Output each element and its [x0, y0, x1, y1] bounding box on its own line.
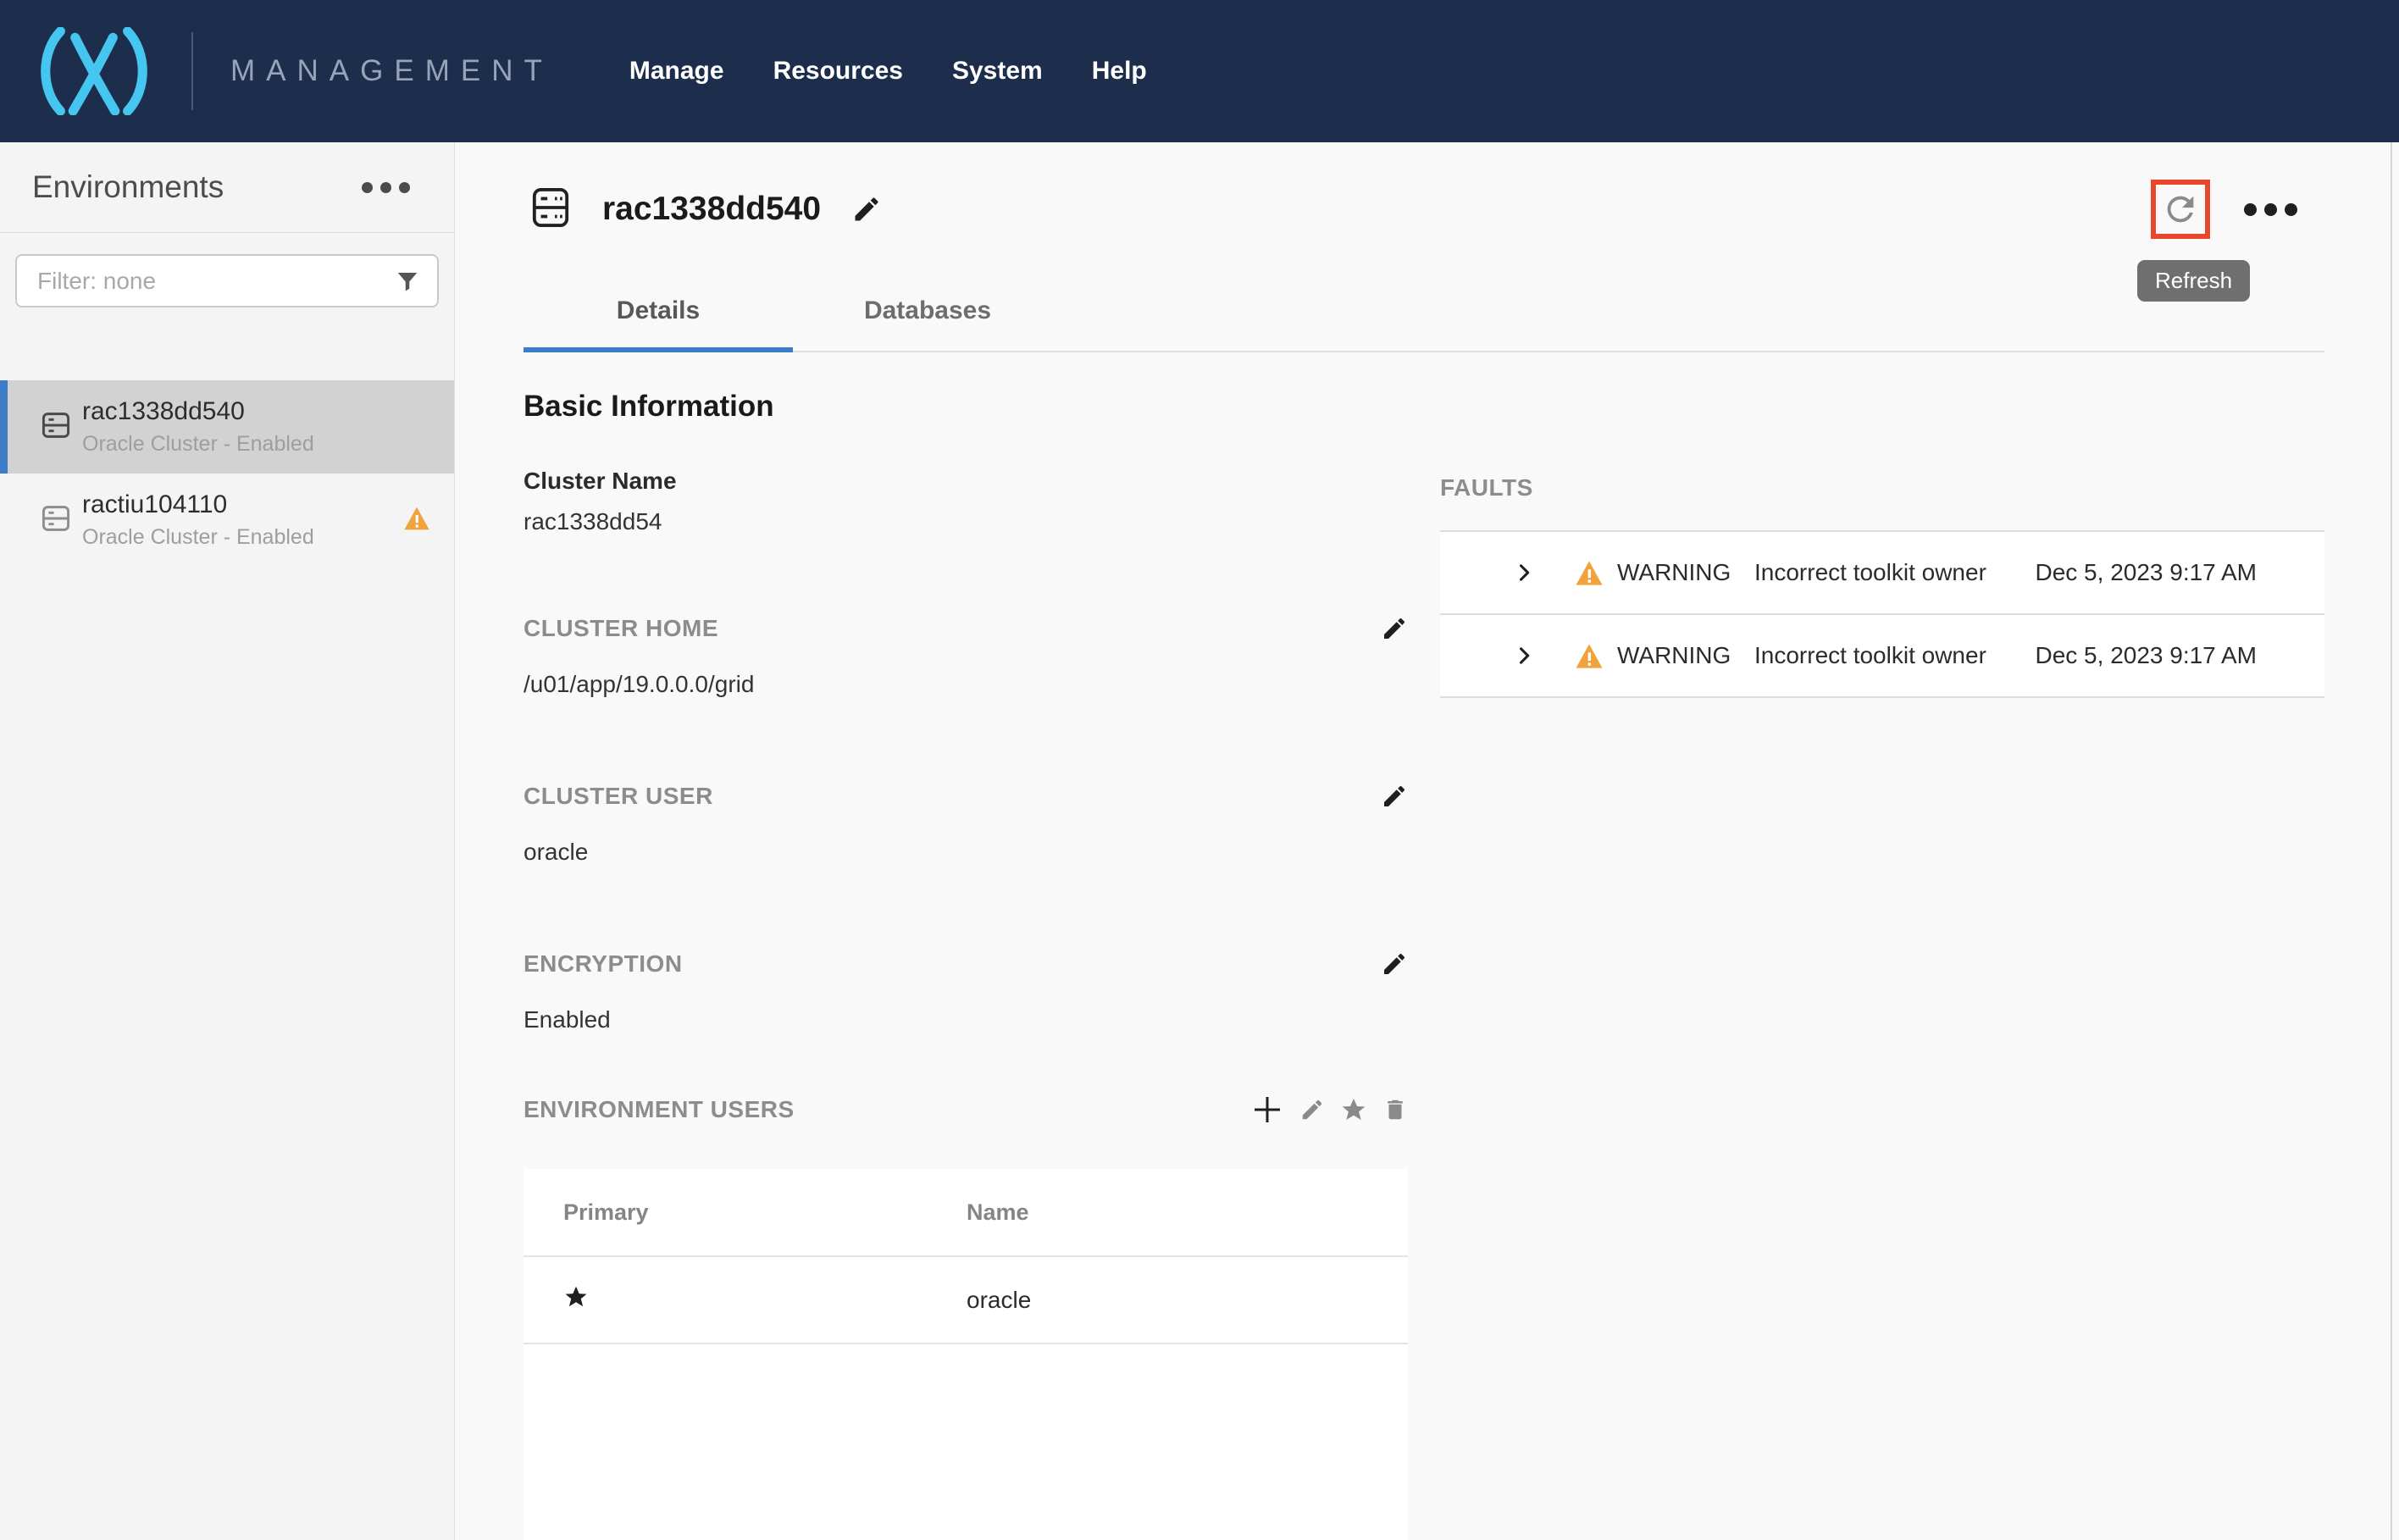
warning-icon [1575, 643, 1604, 669]
environment-icon [42, 505, 70, 536]
environment-detail-panel: rac1338dd540 Refresh [455, 142, 2399, 1540]
user-name-cell: oracle [967, 1287, 1031, 1314]
sidebar-more-menu-icon[interactable] [362, 182, 410, 193]
menu-item-system[interactable]: System [952, 57, 1043, 86]
faults-column: FAULTS [1440, 390, 2324, 1540]
edit-cluster-home-icon[interactable] [1381, 615, 1408, 642]
nav-divider [191, 32, 193, 110]
page-title: rac1338dd540 [602, 191, 821, 228]
fault-title: Incorrect toolkit owner [1754, 642, 1986, 669]
field-value: rac1338dd54 [524, 508, 1408, 535]
scrollbar[interactable] [2391, 142, 2392, 1540]
refresh-button[interactable] [2151, 180, 2210, 239]
environment-list-item-rac1338dd540[interactable]: rac1338dd540 Oracle Cluster - Enabled [0, 380, 454, 474]
encryption-field: ENCRYPTION Enabled [524, 950, 1408, 1033]
warning-icon [1575, 560, 1604, 586]
fault-row[interactable]: WARNING Incorrect toolkit owner Dec 5, 2… [1440, 615, 2324, 698]
environments-sidebar: Environments [0, 142, 455, 1540]
menu-item-resources[interactable]: Resources [773, 57, 903, 86]
cluster-home-field: CLUSTER HOME /u01/app/19.0.0.0/grid [524, 615, 1408, 698]
environment-users-header: ENVIRONMENT USERS [524, 1093, 1408, 1127]
add-user-button[interactable] [1250, 1093, 1284, 1127]
edit-cluster-user-icon[interactable] [1381, 783, 1408, 810]
environment-name: rac1338dd540 [82, 397, 314, 426]
expand-chevron-icon[interactable] [1512, 560, 1536, 585]
field-value: oracle [524, 839, 1408, 866]
selected-indicator-bar [0, 380, 8, 474]
environment-status: Oracle Cluster - Enabled [82, 432, 314, 457]
app-window: MANAGEMENT Manage Resources System Help … [0, 0, 2399, 1540]
set-primary-user-button[interactable] [1340, 1096, 1367, 1123]
environment-status: Oracle Cluster - Enabled [82, 525, 314, 550]
main-menu: Manage Resources System Help [629, 57, 1147, 86]
faults-list: WARNING Incorrect toolkit owner Dec 5, 2… [1440, 530, 2324, 698]
environment-list: rac1338dd540 Oracle Cluster - Enabled [0, 380, 454, 567]
fault-row[interactable]: WARNING Incorrect toolkit owner Dec 5, 2… [1440, 532, 2324, 615]
cluster-name-field: Cluster Name rac1338dd54 [524, 468, 1408, 535]
fault-date: Dec 5, 2023 9:17 AM [2035, 559, 2257, 586]
field-value: Enabled [524, 1006, 1408, 1033]
filter-input[interactable] [37, 268, 395, 295]
detail-tabs: Details Databases [524, 281, 2324, 352]
table-row[interactable]: oracle [524, 1257, 1408, 1344]
cluster-user-field: CLUSTER USER oracle [524, 783, 1408, 866]
environment-filter [15, 254, 439, 307]
fault-severity: WARNING [1617, 642, 1731, 669]
environment-users-title: ENVIRONMENT USERS [524, 1096, 795, 1123]
column-header-name: Name [967, 1199, 1029, 1226]
column-header-primary: Primary [524, 1199, 967, 1226]
sidebar-title: Environments [32, 169, 224, 205]
warning-icon [403, 506, 430, 535]
top-navigation-bar: MANAGEMENT Manage Resources System Help [0, 0, 2399, 142]
delphix-logo-icon [30, 27, 158, 115]
field-value: /u01/app/19.0.0.0/grid [524, 671, 1408, 698]
edit-user-button[interactable] [1299, 1097, 1325, 1122]
menu-item-manage[interactable]: Manage [629, 57, 724, 86]
basic-information-column: Basic Information Cluster Name rac1338dd… [524, 390, 1408, 1540]
filter-funnel-icon[interactable] [395, 269, 420, 294]
field-label: CLUSTER HOME [524, 615, 718, 642]
edit-title-icon[interactable] [851, 194, 882, 224]
field-label: ENCRYPTION [524, 950, 683, 978]
environment-name: ractiu104110 [82, 490, 314, 519]
section-title: Basic Information [524, 390, 1408, 424]
tab-details[interactable]: Details [524, 281, 793, 351]
page-more-menu-icon[interactable] [2244, 203, 2297, 216]
fault-severity: WARNING [1617, 559, 1731, 586]
server-stack-icon [531, 186, 570, 234]
environment-users-table: Primary Name oracle [524, 1169, 1408, 1540]
field-label: CLUSTER USER [524, 783, 713, 810]
delete-user-button[interactable] [1382, 1097, 1408, 1122]
edit-encryption-icon[interactable] [1381, 950, 1408, 978]
menu-item-help[interactable]: Help [1092, 57, 1147, 86]
tab-databases[interactable]: Databases [793, 281, 1062, 351]
fault-date: Dec 5, 2023 9:17 AM [2035, 642, 2257, 669]
expand-chevron-icon[interactable] [1512, 643, 1536, 668]
environment-icon [42, 412, 70, 443]
faults-title: FAULTS [1440, 474, 2324, 501]
environment-list-item-ractiu104110[interactable]: ractiu104110 Oracle Cluster - Enabled [0, 474, 454, 567]
brand-label: MANAGEMENT [230, 54, 553, 88]
refresh-tooltip: Refresh [2137, 260, 2250, 302]
fault-title: Incorrect toolkit owner [1754, 559, 1986, 586]
primary-star-icon [563, 1284, 589, 1310]
field-label: Cluster Name [524, 468, 1408, 495]
